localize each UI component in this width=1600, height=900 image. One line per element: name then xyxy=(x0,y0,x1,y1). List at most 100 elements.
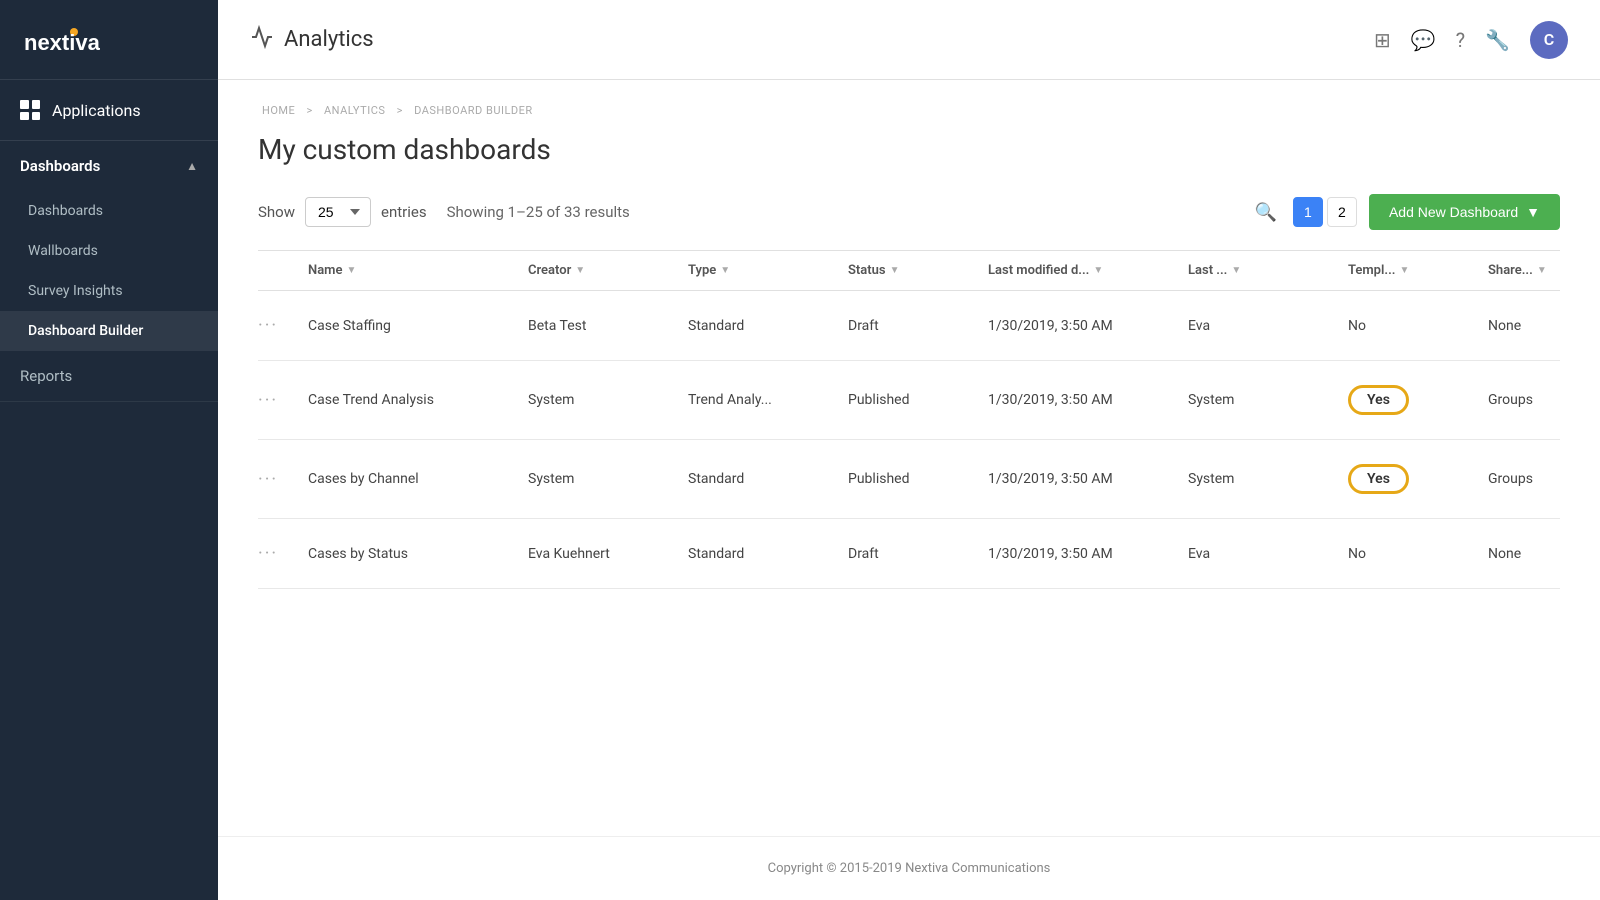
table-row: ··· Case Trend Analysis System Trend Ana… xyxy=(258,361,1560,440)
dashboards-section-header[interactable]: Dashboards ▲ xyxy=(0,141,218,191)
pagination: 1 2 xyxy=(1293,197,1357,227)
sort-type-icon: ▼ xyxy=(720,265,730,276)
sidebar-item-survey-insights[interactable]: Survey Insights xyxy=(0,271,218,311)
grid-header-icon[interactable]: ⊞ xyxy=(1374,28,1391,52)
col-name-label: Name xyxy=(308,263,342,278)
row2-lastby: System xyxy=(1188,392,1348,408)
row3-menu-dots[interactable]: ··· xyxy=(258,469,278,490)
row2-shared: Groups xyxy=(1488,392,1600,408)
row1-creator: Beta Test xyxy=(528,318,688,334)
col-name[interactable]: Name ▼ xyxy=(308,263,528,278)
row1-lastby: Eva xyxy=(1188,318,1348,334)
search-button[interactable]: 🔍 xyxy=(1251,198,1281,227)
col-last-by[interactable]: Last ... ▼ xyxy=(1188,263,1348,278)
page-1-button[interactable]: 1 xyxy=(1293,197,1323,227)
col-template-label: Templ... xyxy=(1348,263,1395,278)
row3-creator: System xyxy=(528,471,688,487)
row2-name: Case Trend Analysis xyxy=(308,392,528,408)
sidebar-item-reports[interactable]: Reports xyxy=(0,351,218,402)
col-last-modified[interactable]: Last modified d... ▼ xyxy=(988,263,1188,278)
dashboard-table: Name ▼ Creator ▼ Type ▼ Status ▼ Last mo… xyxy=(258,250,1560,589)
breadcrumb: HOME > ANALYTICS > DASHBOARD BUILDER xyxy=(258,104,1560,117)
row2-menu[interactable]: ··· xyxy=(258,390,308,411)
applications-label: Applications xyxy=(52,101,141,120)
col-last-modified-label: Last modified d... xyxy=(988,263,1089,278)
sidebar-item-dashboard-builder[interactable]: Dashboard Builder xyxy=(0,311,218,351)
col-last-by-label: Last ... xyxy=(1188,263,1227,278)
breadcrumb-dashboard-builder[interactable]: DASHBOARD BUILDER xyxy=(414,104,533,117)
col-template[interactable]: Templ... ▼ xyxy=(1348,263,1488,278)
row4-status: Draft xyxy=(848,546,988,562)
grid-icon xyxy=(20,100,40,120)
row2-template: Yes xyxy=(1348,385,1488,415)
add-dashboard-label: Add New Dashboard xyxy=(1389,204,1518,220)
logo-area: nextiva xyxy=(0,0,218,80)
row1-menu[interactable]: ··· xyxy=(258,315,308,336)
row2-menu-dots[interactable]: ··· xyxy=(258,390,278,411)
table-row: ··· Cases by Channel System Standard Pub… xyxy=(258,440,1560,519)
row4-template: No xyxy=(1348,546,1488,562)
main-content: Analytics ⊞ 💬 ? 🔧 C HOME > ANALYTICS > D… xyxy=(218,0,1600,900)
col-status[interactable]: Status ▼ xyxy=(848,263,988,278)
copyright-text: Copyright © 2015-2019 Nextiva Communicat… xyxy=(768,861,1051,876)
sort-modified-icon: ▼ xyxy=(1093,265,1103,276)
row4-menu-dots[interactable]: ··· xyxy=(258,543,278,564)
row4-template-value: No xyxy=(1348,546,1366,562)
settings-icon[interactable]: 🔧 xyxy=(1485,28,1510,52)
row3-name: Cases by Channel xyxy=(308,471,528,487)
row4-menu[interactable]: ··· xyxy=(258,543,308,564)
table-row: ··· Cases by Status Eva Kuehnert Standar… xyxy=(258,519,1560,589)
breadcrumb-sep1: > xyxy=(307,104,316,117)
sidebar-item-dashboards[interactable]: Dashboards xyxy=(0,191,218,231)
avatar[interactable]: C xyxy=(1530,21,1568,59)
row3-template-value: Yes xyxy=(1348,464,1409,494)
applications-button[interactable]: Applications xyxy=(0,80,218,141)
sidebar-item-wallboards[interactable]: Wallboards xyxy=(0,231,218,271)
col-shared[interactable]: Share... ▼ xyxy=(1488,263,1600,278)
chat-icon[interactable]: 💬 xyxy=(1411,28,1436,52)
row3-type: Standard xyxy=(688,471,848,487)
top-header: Analytics ⊞ 💬 ? 🔧 C xyxy=(218,0,1600,80)
help-icon[interactable]: ? xyxy=(1456,28,1465,52)
row4-shared: None xyxy=(1488,546,1600,562)
nextiva-logo: nextiva xyxy=(24,22,134,58)
entries-select[interactable]: 25 50 100 xyxy=(305,197,371,227)
sort-shared-icon: ▼ xyxy=(1537,265,1547,276)
sort-lastby-icon: ▼ xyxy=(1231,265,1241,276)
footer: Copyright © 2015-2019 Nextiva Communicat… xyxy=(218,836,1600,900)
row1-template: No xyxy=(1348,318,1488,334)
page-2-button[interactable]: 2 xyxy=(1327,197,1357,227)
table-row: ··· Case Staffing Beta Test Standard Dra… xyxy=(258,291,1560,361)
sort-name-icon: ▼ xyxy=(346,265,356,276)
row1-status: Draft xyxy=(848,318,988,334)
page-title: My custom dashboards xyxy=(258,133,1560,166)
row3-menu[interactable]: ··· xyxy=(258,469,308,490)
dashboards-section-title: Dashboards xyxy=(20,157,100,175)
dropdown-arrow-icon: ▼ xyxy=(1526,204,1540,220)
row3-modified: 1/30/2019, 3:50 AM xyxy=(988,471,1188,487)
row1-template-value: No xyxy=(1348,318,1366,334)
header-left: Analytics xyxy=(250,25,374,55)
col-type[interactable]: Type ▼ xyxy=(688,263,848,278)
row3-lastby: System xyxy=(1188,471,1348,487)
breadcrumb-sep2: > xyxy=(397,104,406,117)
row4-modified: 1/30/2019, 3:50 AM xyxy=(988,546,1188,562)
header-title: Analytics xyxy=(284,27,374,52)
results-label: Showing 1–25 of 33 results xyxy=(447,203,630,221)
sidebar: nextiva Applications Dashboards ▲ Dashbo… xyxy=(0,0,218,900)
breadcrumb-home[interactable]: HOME xyxy=(262,104,295,117)
col-creator[interactable]: Creator ▼ xyxy=(528,263,688,278)
sort-creator-icon: ▼ xyxy=(575,265,585,276)
chevron-up-icon: ▲ xyxy=(186,159,198,173)
sort-template-icon: ▼ xyxy=(1399,265,1409,276)
row3-shared: Groups xyxy=(1488,471,1600,487)
row1-menu-dots[interactable]: ··· xyxy=(258,315,278,336)
row1-type: Standard xyxy=(688,318,848,334)
row2-status: Published xyxy=(848,392,988,408)
breadcrumb-analytics[interactable]: ANALYTICS xyxy=(324,104,385,117)
table-header: Name ▼ Creator ▼ Type ▼ Status ▼ Last mo… xyxy=(258,251,1560,291)
row4-lastby: Eva xyxy=(1188,546,1348,562)
add-dashboard-button[interactable]: Add New Dashboard ▼ xyxy=(1369,194,1560,230)
row2-creator: System xyxy=(528,392,688,408)
row4-type: Standard xyxy=(688,546,848,562)
